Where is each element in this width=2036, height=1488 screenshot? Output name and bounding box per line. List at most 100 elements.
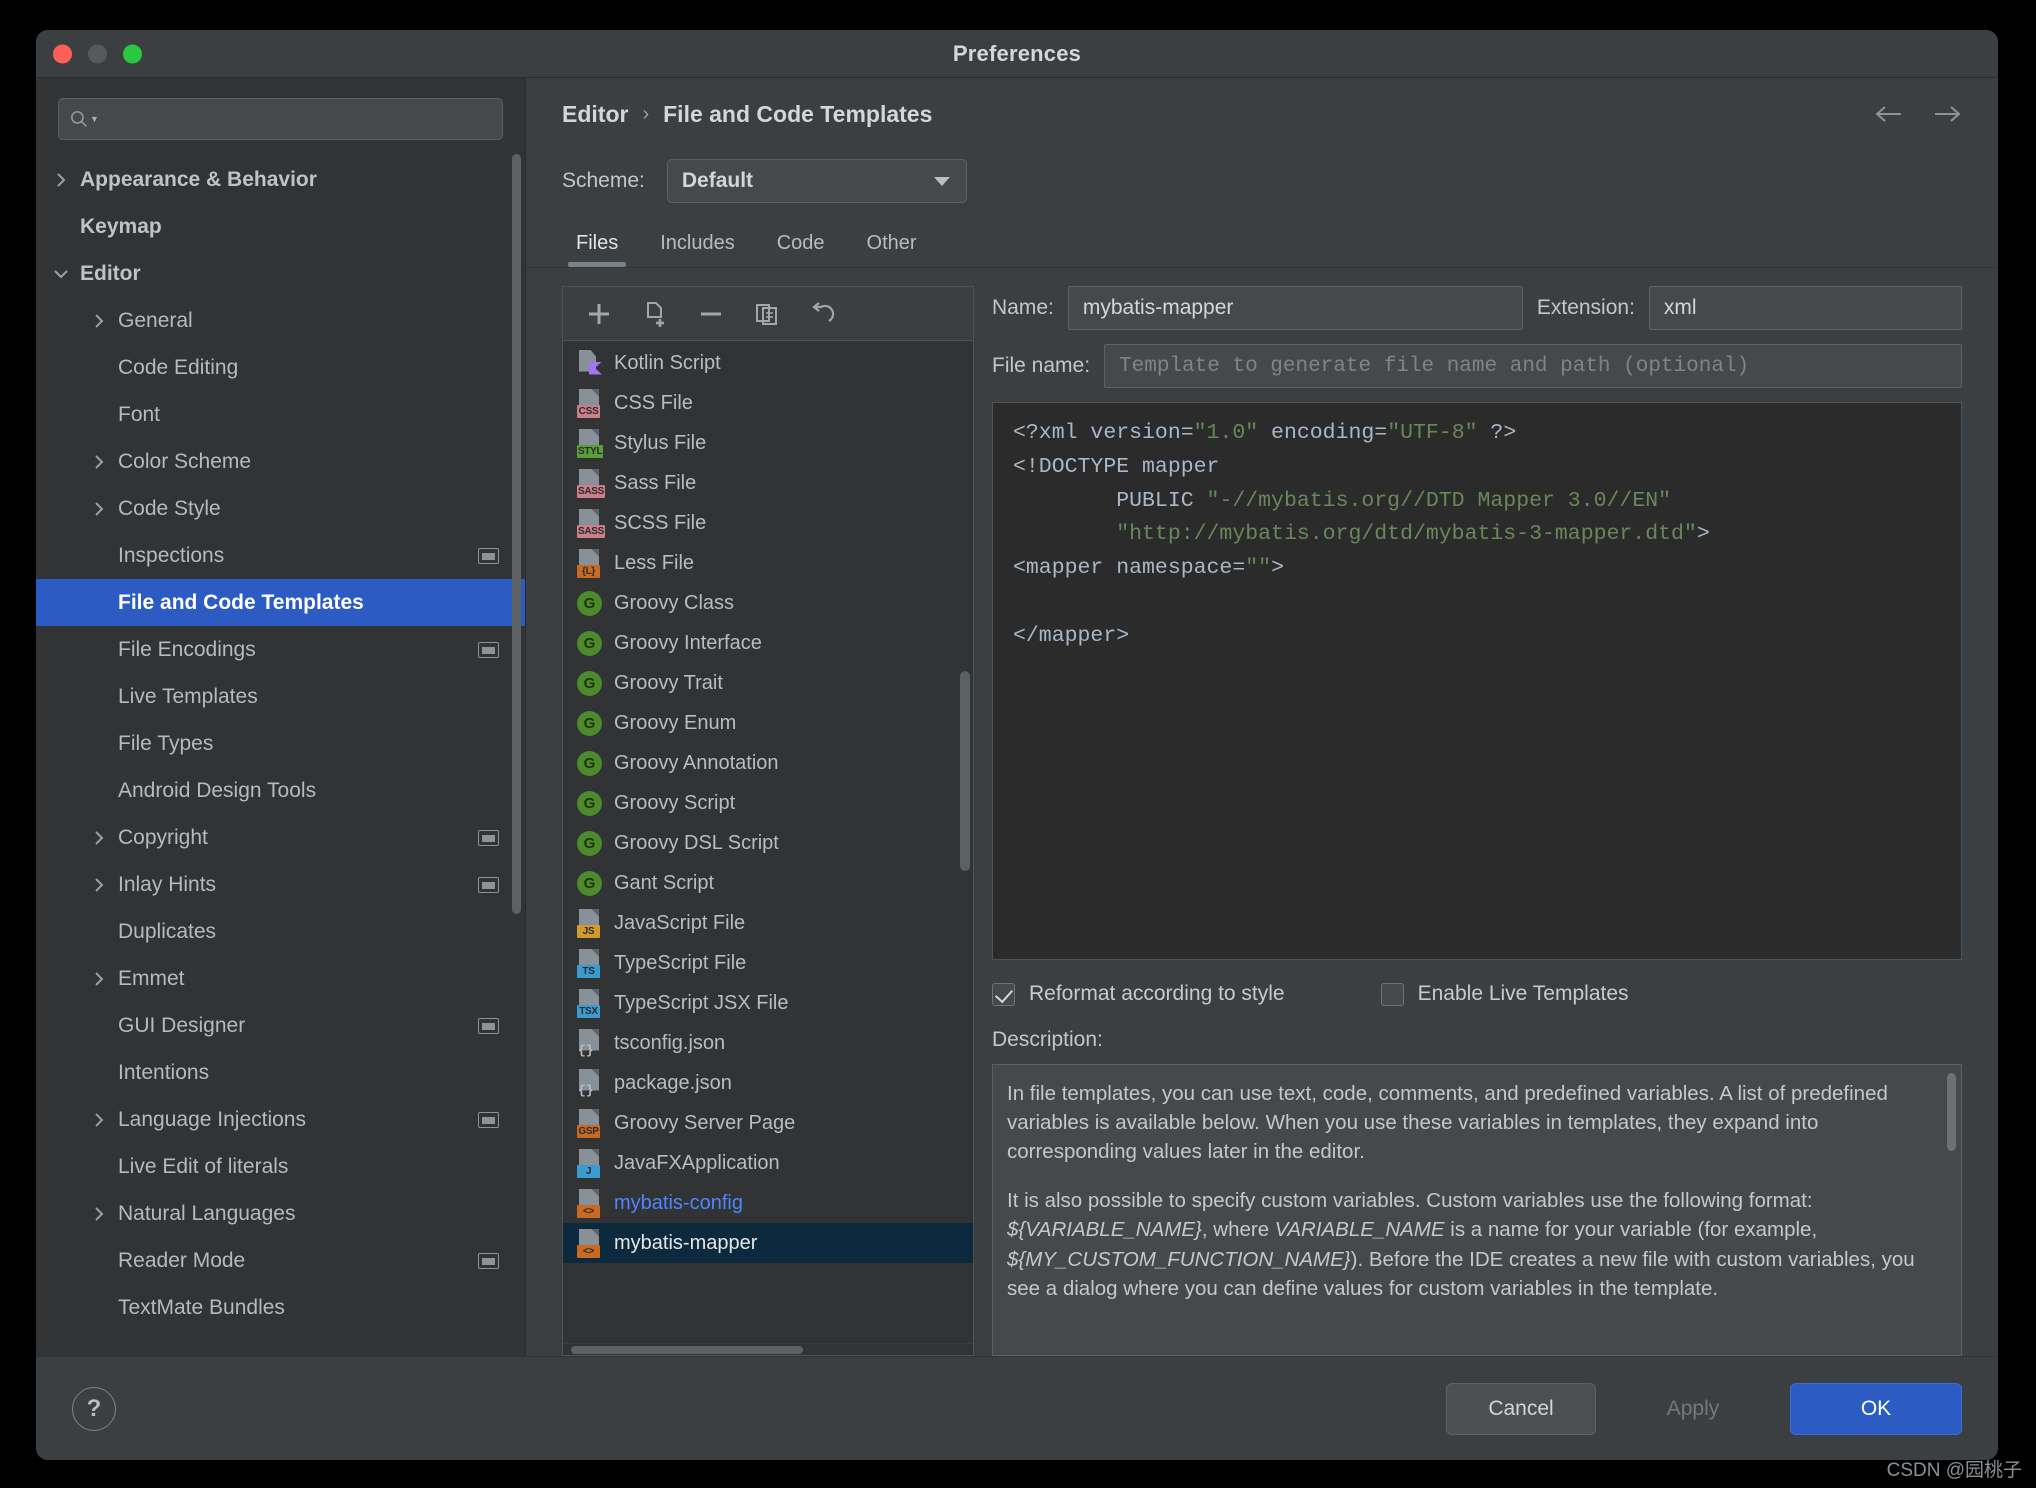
chevron-right-icon[interactable] xyxy=(90,876,108,894)
list-item-label: Groovy Script xyxy=(614,791,736,814)
sidebar-item-general[interactable]: General xyxy=(36,297,525,344)
list-item[interactable]: Kotlin Script xyxy=(563,343,973,383)
sidebar-item-duplicates[interactable]: Duplicates xyxy=(36,908,525,955)
sidebar-scrollbar[interactable] xyxy=(512,154,521,914)
sidebar-item-language-injections[interactable]: Language Injections xyxy=(36,1096,525,1143)
sidebar-item-code-style[interactable]: Code Style xyxy=(36,485,525,532)
sidebar-item-intentions[interactable]: Intentions xyxy=(36,1049,525,1096)
chevron-down-icon[interactable] xyxy=(52,265,70,283)
chevron-right-icon[interactable] xyxy=(90,312,108,330)
list-item[interactable]: GSP Groovy Server Page xyxy=(563,1103,973,1143)
chevron-right-icon[interactable] xyxy=(90,453,108,471)
chevron-right-icon[interactable] xyxy=(90,829,108,847)
list-item[interactable]: J JavaFXApplication xyxy=(563,1143,973,1183)
description-scrollbar[interactable] xyxy=(1947,1073,1956,1151)
template-list-vscrollbar[interactable] xyxy=(960,671,970,871)
copy-template-button[interactable] xyxy=(641,300,669,328)
apply-button[interactable]: Apply xyxy=(1618,1383,1768,1435)
list-item[interactable]: {} package.json xyxy=(563,1063,973,1103)
sidebar-item-textmate-bundles[interactable]: TextMate Bundles xyxy=(36,1284,525,1331)
sidebar-item-natural-languages[interactable]: Natural Languages xyxy=(36,1190,525,1237)
maximize-button[interactable] xyxy=(123,44,142,63)
tab-files[interactable]: Files xyxy=(562,232,632,267)
list-item[interactable]: G Groovy Trait xyxy=(563,663,973,703)
sidebar-item-gui-designer[interactable]: GUI Designer xyxy=(36,1002,525,1049)
sidebar-item-file-and-code-templates[interactable]: File and Code Templates xyxy=(36,579,525,626)
sidebar-item-appearance-behavior[interactable]: Appearance & Behavior xyxy=(36,156,525,203)
list-item[interactable]: G Groovy Script xyxy=(563,783,973,823)
chevron-right-icon[interactable] xyxy=(52,171,70,189)
breadcrumb-parent[interactable]: Editor xyxy=(562,101,628,128)
list-item[interactable]: STYL Stylus File xyxy=(563,423,973,463)
extension-input[interactable]: xml xyxy=(1648,286,1962,330)
sidebar-item-editor[interactable]: Editor xyxy=(36,250,525,297)
template-list[interactable]: Kotlin Script CSS CSS File STYL Stylus File S… xyxy=(562,340,974,1356)
sidebar-item-keymap[interactable]: Keymap xyxy=(36,203,525,250)
list-item-label: Groovy Enum xyxy=(614,711,737,734)
tab-includes[interactable]: Includes xyxy=(646,232,749,267)
template-code-editor[interactable]: <?xml version="1.0" encoding="UTF-8" ?> <… xyxy=(992,402,1962,960)
list-item[interactable]: G Gant Script xyxy=(563,863,973,903)
sidebar-item-live-edit-of-literals[interactable]: Live Edit of literals xyxy=(36,1143,525,1190)
search-box[interactable]: ▼ xyxy=(58,98,503,140)
close-button[interactable] xyxy=(53,44,72,63)
back-arrow-icon[interactable] xyxy=(1874,101,1904,127)
list-item[interactable]: SASS Sass File xyxy=(563,463,973,503)
cancel-button[interactable]: Cancel xyxy=(1446,1382,1596,1435)
sidebar-item-color-scheme[interactable]: Color Scheme xyxy=(36,438,525,485)
tab-other[interactable]: Other xyxy=(853,232,931,267)
list-item-label: Groovy Trait xyxy=(614,671,723,694)
duplicate-template-button[interactable] xyxy=(753,300,781,328)
list-item[interactable]: TSX TypeScript JSX File xyxy=(563,983,973,1023)
sidebar-item-copyright[interactable]: Copyright xyxy=(36,814,525,861)
chevron-right-icon[interactable] xyxy=(90,970,108,988)
filename-input[interactable]: Template to generate file name and path … xyxy=(1104,344,1962,388)
list-item[interactable]: G Groovy Annotation xyxy=(563,743,973,783)
list-item[interactable]: JS JavaScript File xyxy=(563,903,973,943)
chevron-right-icon[interactable] xyxy=(90,500,108,518)
list-item-label: Stylus File xyxy=(614,431,707,454)
forward-arrow-icon[interactable] xyxy=(1932,101,1962,127)
minimize-button[interactable] xyxy=(88,44,107,63)
list-item-label: SCSS File xyxy=(614,511,707,534)
list-item[interactable]: {} tsconfig.json xyxy=(563,1023,973,1063)
footer-buttons: Cancel Apply OK xyxy=(1446,1382,1962,1435)
template-list-hscrollbar[interactable] xyxy=(563,1343,973,1355)
list-item[interactable]: G Groovy Class xyxy=(563,583,973,623)
remove-template-button[interactable] xyxy=(697,300,725,328)
tab-code[interactable]: Code xyxy=(763,232,839,267)
sidebar-item-file-encodings[interactable]: File Encodings xyxy=(36,626,525,673)
sidebar-item-inlay-hints[interactable]: Inlay Hints xyxy=(36,861,525,908)
ok-button[interactable]: OK xyxy=(1790,1382,1962,1435)
search-dropdown-caret[interactable]: ▼ xyxy=(90,114,99,124)
live-templates-checkbox[interactable] xyxy=(1380,982,1404,1006)
list-item[interactable]: <> mybatis-config xyxy=(563,1183,973,1223)
sidebar-item-code-editing[interactable]: Code Editing xyxy=(36,344,525,391)
search-input[interactable] xyxy=(102,109,492,129)
scheme-dropdown[interactable]: Default xyxy=(666,159,967,203)
no-icon xyxy=(90,923,108,941)
sidebar-item-file-types[interactable]: File Types xyxy=(36,720,525,767)
help-button[interactable]: ? xyxy=(72,1386,116,1431)
sidebar-item-label: Color Scheme xyxy=(118,449,252,473)
sidebar-item-inspections[interactable]: Inspections xyxy=(36,532,525,579)
list-item[interactable]: <> mybatis-mapper xyxy=(563,1223,973,1263)
reformat-checkbox[interactable] xyxy=(992,982,1015,1006)
list-item[interactable]: CSS CSS File xyxy=(563,383,973,423)
chevron-right-icon[interactable] xyxy=(90,1111,108,1129)
sidebar-item-font[interactable]: Font xyxy=(36,391,525,438)
list-item[interactable]: G Groovy Enum xyxy=(563,703,973,743)
chevron-right-icon[interactable] xyxy=(90,1205,108,1223)
sidebar-item-reader-mode[interactable]: Reader Mode xyxy=(36,1237,525,1284)
sidebar-item-emmet[interactable]: Emmet xyxy=(36,955,525,1002)
list-item[interactable]: G Groovy DSL Script xyxy=(563,823,973,863)
reset-template-button[interactable] xyxy=(809,300,837,328)
name-input[interactable]: mybatis-mapper xyxy=(1067,286,1523,330)
add-template-button[interactable] xyxy=(585,300,613,328)
list-item[interactable]: TS TypeScript File xyxy=(563,943,973,983)
list-item[interactable]: G Groovy Interface xyxy=(563,623,973,663)
list-item[interactable]: {L} Less File xyxy=(563,543,973,583)
sidebar-item-android-design-tools[interactable]: Android Design Tools xyxy=(36,767,525,814)
list-item[interactable]: SASS SCSS File xyxy=(563,503,973,543)
sidebar-item-live-templates[interactable]: Live Templates xyxy=(36,673,525,720)
